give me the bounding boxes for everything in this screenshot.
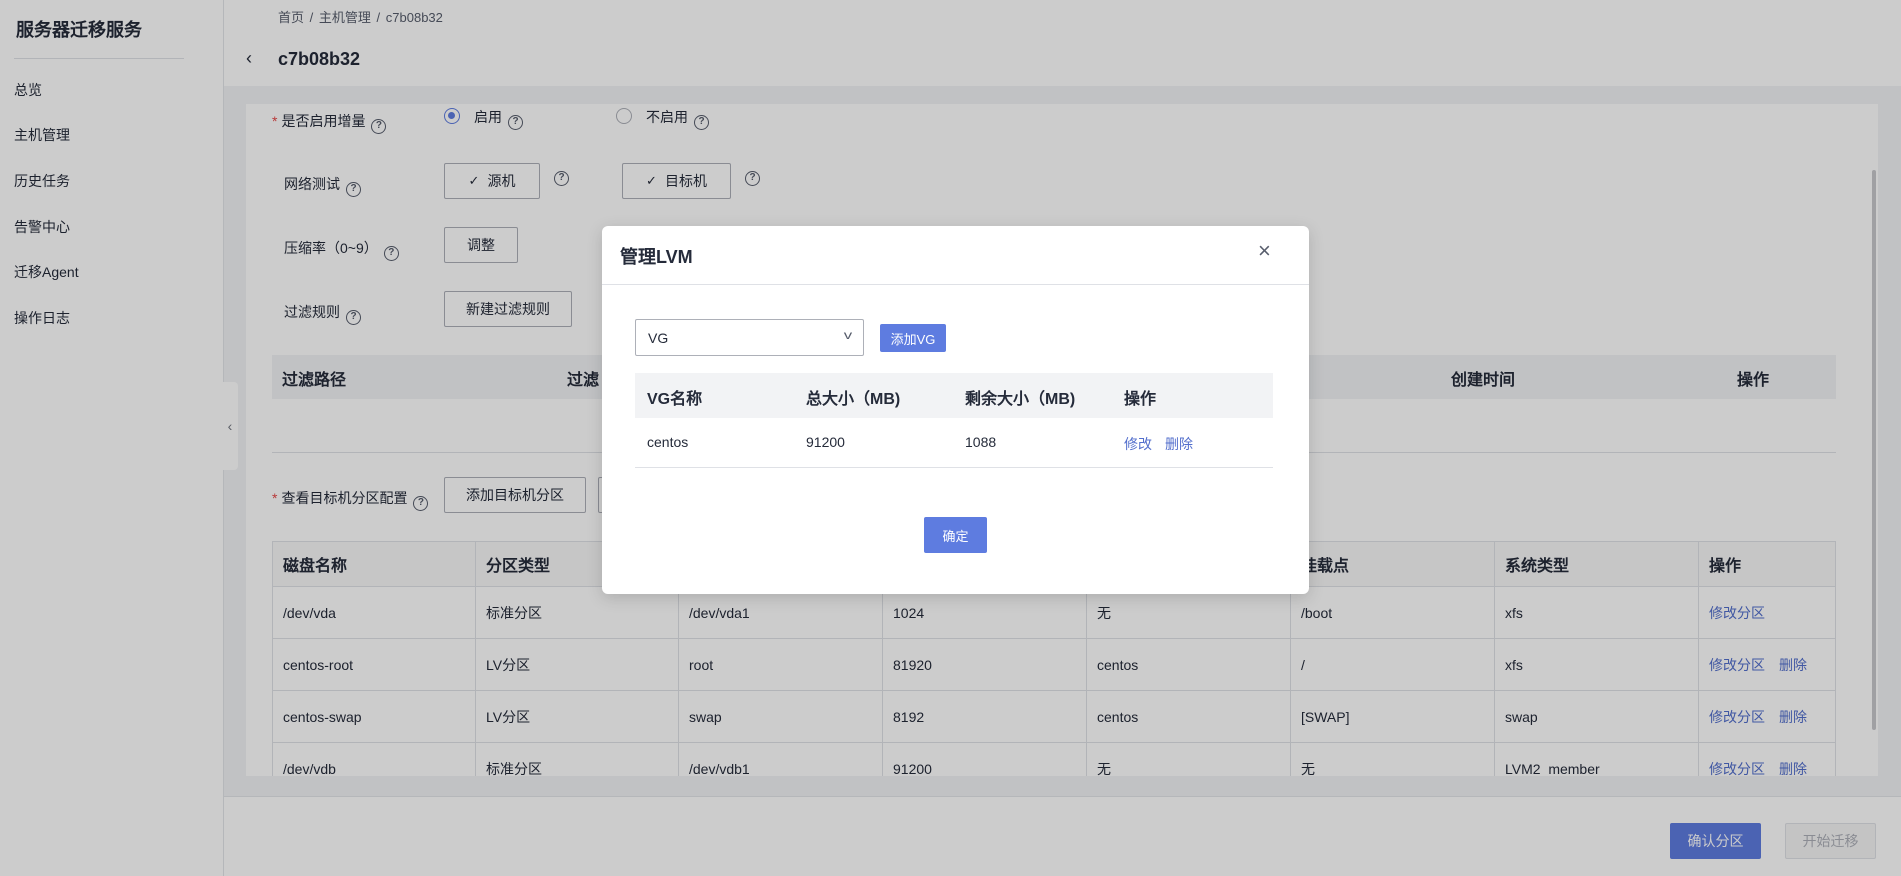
vg-table-header: VG名称 总大小（MB) 剩余大小（MB) 操作 [635, 373, 1273, 418]
column-actions: 操作 [1124, 391, 1157, 408]
chevron-down-icon: v [843, 328, 853, 342]
table-row: centos 91200 1088 修改 删除 [635, 418, 1273, 468]
close-icon[interactable]: × [1258, 240, 1271, 262]
confirm-button[interactable]: 确定 [924, 517, 987, 553]
vg-free-size: 1088 [965, 434, 997, 450]
dialog-title: 管理LVM [620, 247, 693, 267]
add-vg-button[interactable]: 添加VG [880, 324, 946, 352]
lvm-type-select[interactable]: VG v [635, 319, 864, 356]
column-vg-name: VG名称 [647, 391, 703, 408]
vg-name: centos [647, 434, 689, 450]
manage-lvm-dialog: 管理LVM × VG v 添加VG VG名称 总大小（MB) 剩余大小（MB) … [602, 226, 1309, 594]
column-free-size: 剩余大小（MB) [965, 391, 1076, 408]
vg-total-size: 91200 [806, 434, 845, 450]
column-total-size: 总大小（MB) [806, 391, 901, 408]
dialog-divider [602, 284, 1309, 285]
edit-vg-link[interactable]: 修改 [1124, 434, 1152, 454]
delete-vg-link[interactable]: 删除 [1165, 434, 1193, 454]
